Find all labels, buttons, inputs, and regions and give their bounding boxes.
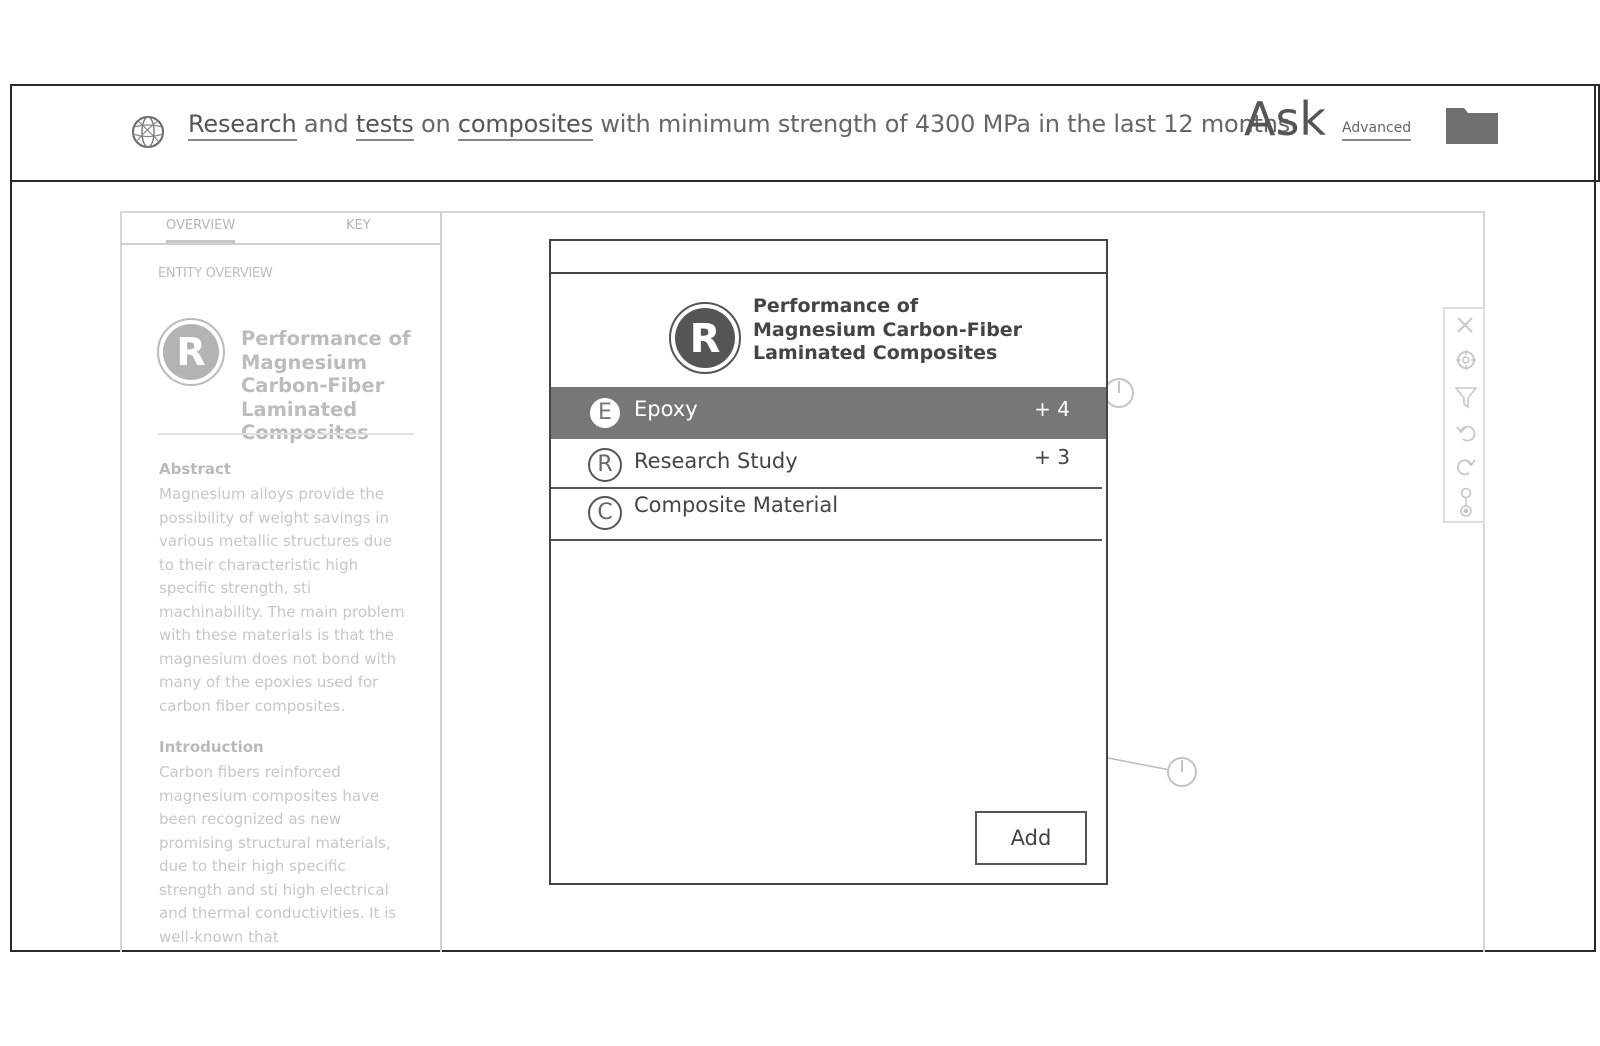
row-label: Research Study bbox=[634, 449, 798, 473]
row-label: Epoxy bbox=[634, 397, 698, 421]
filter-icon[interactable] bbox=[1455, 385, 1477, 409]
dialog-header bbox=[551, 241, 1106, 274]
entity-panel: OVERVIEW KEY ENTITY OVERVIEW R Performan… bbox=[120, 211, 442, 952]
add-button[interactable]: Add bbox=[975, 811, 1087, 865]
research-entity-icon: R bbox=[669, 302, 741, 374]
introduction-heading: Introduction bbox=[159, 738, 264, 756]
relation-row-composite-material[interactable]: C Composite Material bbox=[551, 487, 1106, 539]
close-icon[interactable] bbox=[1455, 315, 1475, 335]
row-count: + 3 bbox=[1034, 445, 1070, 469]
entity-title: Performance of Magnesium Carbon-Fiber La… bbox=[241, 327, 411, 444]
tab-overview[interactable]: OVERVIEW bbox=[166, 218, 236, 243]
entity-type-badge: R bbox=[588, 448, 622, 482]
entity-type-badge: C bbox=[588, 496, 622, 530]
divider bbox=[158, 433, 414, 435]
undo-icon[interactable] bbox=[1455, 421, 1477, 443]
node-pin-icon[interactable] bbox=[1166, 756, 1198, 788]
abstract-heading: Abstract bbox=[159, 460, 232, 478]
tab-key[interactable]: KEY bbox=[346, 218, 371, 233]
redo-icon[interactable] bbox=[1455, 455, 1477, 477]
section-label: ENTITY OVERVIEW bbox=[158, 266, 273, 281]
graph-toolbox bbox=[1443, 307, 1485, 523]
abstract-text: Magnesium alloys provide the possibility… bbox=[159, 485, 405, 715]
relation-row-research-study[interactable]: R Research Study + 3 bbox=[551, 439, 1106, 491]
entity-type-badge: E bbox=[588, 396, 622, 430]
path-icon[interactable] bbox=[1455, 487, 1477, 519]
research-entity-icon: R bbox=[157, 318, 225, 386]
panel-tabs: OVERVIEW KEY bbox=[120, 211, 440, 245]
entity-letter: R bbox=[176, 330, 205, 374]
dialog-title: Performance of Magnesium Carbon-Fiber La… bbox=[753, 295, 1023, 364]
row-divider bbox=[551, 539, 1102, 541]
relation-row-epoxy[interactable]: E Epoxy + 4 bbox=[551, 387, 1106, 439]
row-count: + 4 bbox=[1034, 397, 1070, 421]
introduction-text: Carbon fibers reinforced magnesium compo… bbox=[159, 763, 397, 946]
add-relation-dialog: R Performance of Magnesium Carbon-Fiber … bbox=[549, 239, 1108, 885]
row-label: Composite Material bbox=[634, 493, 839, 517]
dialog-entity-letter: R bbox=[690, 316, 721, 362]
crosshair-icon[interactable] bbox=[1455, 349, 1477, 371]
